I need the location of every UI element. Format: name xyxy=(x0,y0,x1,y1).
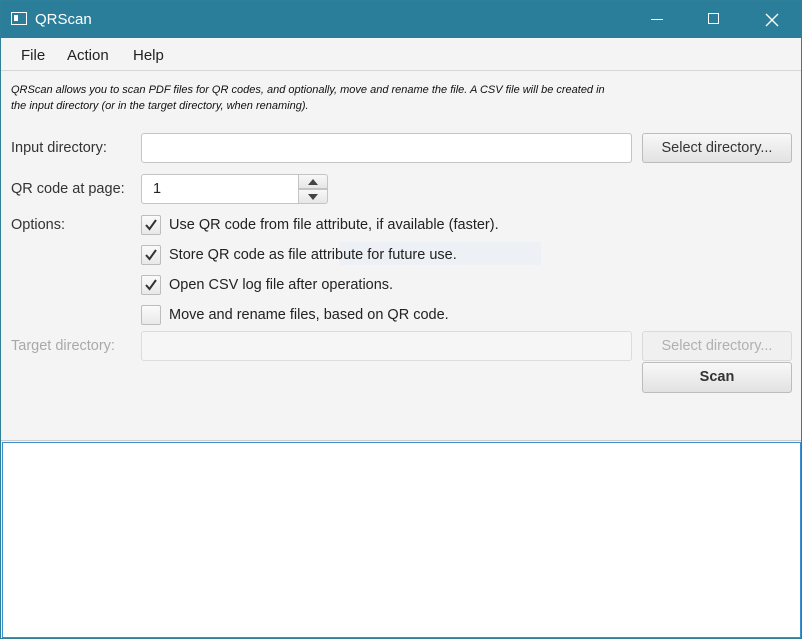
select-target-directory-button[interactable]: Select directory... xyxy=(642,331,792,361)
target-directory-field[interactable] xyxy=(141,331,632,361)
window-title: QRScan xyxy=(35,11,92,28)
option-use-file-attribute-label[interactable]: Use QR code from file attribute, if avai… xyxy=(169,217,499,233)
qr-page-spinner-field[interactable]: 1 xyxy=(141,174,299,204)
target-directory-label: Target directory: xyxy=(11,338,115,354)
minimize-icon xyxy=(651,19,663,20)
scan-button[interactable]: Scan xyxy=(642,362,792,393)
title-bar[interactable]: QRScan xyxy=(1,1,801,38)
option-open-csv-log-label[interactable]: Open CSV log file after operations. xyxy=(169,277,393,293)
spinner-decrement-button[interactable] xyxy=(298,189,328,204)
arrow-up-icon xyxy=(308,179,318,185)
description-text: QRScan allows you to scan PDF files for … xyxy=(11,84,605,112)
option-use-file-attribute-checkbox[interactable] xyxy=(141,215,161,235)
menu-file[interactable]: File xyxy=(21,47,45,64)
option-move-rename-checkbox[interactable] xyxy=(141,305,161,325)
input-directory-field[interactable] xyxy=(141,133,632,163)
log-output-area[interactable] xyxy=(2,442,801,638)
checkmark-icon xyxy=(145,249,157,261)
input-directory-label: Input directory: xyxy=(11,140,107,156)
option-move-rename-label[interactable]: Move and rename files, based on QR code. xyxy=(169,307,449,323)
menu-action[interactable]: Action xyxy=(67,47,109,64)
app-icon xyxy=(11,12,27,25)
option-store-file-attribute-label[interactable]: Store QR code as file attribute for futu… xyxy=(169,247,457,263)
arrow-down-icon xyxy=(308,194,318,200)
separator xyxy=(1,440,801,441)
app-window: QRScan File Action Help QRScan allows yo… xyxy=(0,0,802,639)
spinner-increment-button[interactable] xyxy=(298,174,328,189)
select-input-directory-button[interactable]: Select directory... xyxy=(642,133,792,163)
maximize-button[interactable] xyxy=(686,1,744,38)
option-store-file-attribute-checkbox[interactable] xyxy=(141,245,161,265)
checkmark-icon xyxy=(145,279,157,291)
menu-help[interactable]: Help xyxy=(133,47,164,64)
menu-bar: File Action Help xyxy=(1,38,801,71)
option-open-csv-log-checkbox[interactable] xyxy=(141,275,161,295)
minimize-button[interactable] xyxy=(628,1,686,38)
close-icon xyxy=(765,13,779,27)
qr-page-label: QR code at page: xyxy=(11,181,125,197)
close-button[interactable] xyxy=(743,1,801,38)
options-label: Options: xyxy=(11,217,65,233)
maximize-icon xyxy=(708,13,719,24)
checkmark-icon xyxy=(145,219,157,231)
